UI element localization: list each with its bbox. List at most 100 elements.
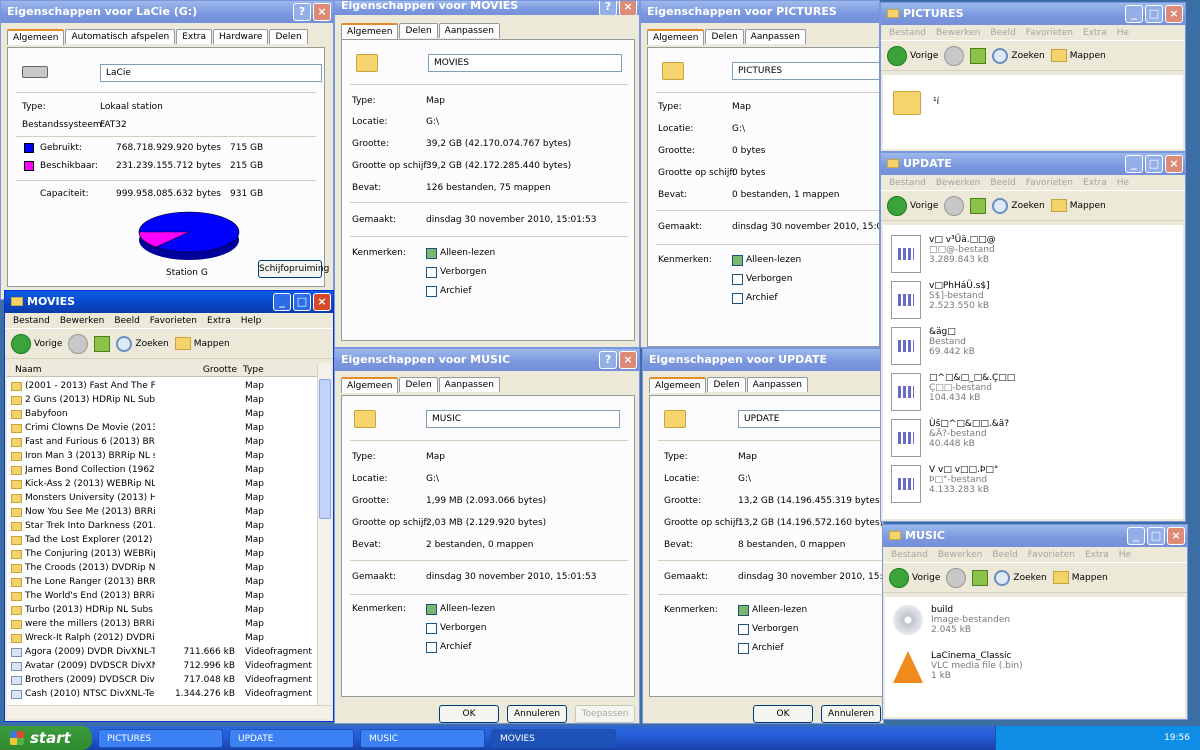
list-item[interactable]: (2001 - 2013) Fast And The F... Map [11, 379, 315, 393]
search-button[interactable]: Zoeken [992, 197, 1045, 214]
close-button[interactable]: × [1167, 527, 1185, 545]
menu-help[interactable]: Help [241, 313, 262, 328]
menu-extra[interactable]: Extra [1085, 547, 1109, 562]
tab-aanpassen[interactable]: Aanpassen [746, 377, 808, 392]
list-item[interactable]: Kick-Ass 2 (2013) WEBRip NL ... Map [11, 477, 315, 491]
list-item[interactable]: Avatar (2009) DVDSCR DivXN... 712.996 kB V… [11, 659, 315, 673]
folder-item-label[interactable]: ¹í [933, 97, 939, 107]
close-button[interactable]: × [1165, 155, 1183, 173]
column-name[interactable]: Naam [7, 363, 155, 376]
tab-delen[interactable]: Delen [399, 377, 438, 392]
close-button[interactable]: × [313, 3, 331, 21]
up-folder-icon[interactable] [970, 47, 987, 64]
list-item[interactable]: Brothers (2009) DVDSCR DivX... 717.048 kB… [11, 673, 315, 687]
maximize-button[interactable]: □ [1145, 155, 1163, 173]
folder-name-field[interactable]: MUSIC [426, 410, 620, 428]
tab-hardware[interactable]: Hardware [213, 29, 269, 44]
taskbar-button-pictures[interactable]: PICTURES [98, 729, 223, 748]
tab-delen[interactable]: Delen [707, 377, 746, 392]
close-button[interactable]: × [619, 351, 637, 369]
tab-autoplay[interactable]: Automatisch afspelen [65, 29, 176, 44]
title-bar[interactable]: Eigenschappen voor UPDATE [643, 349, 883, 371]
title-bar[interactable]: Eigenschappen voor MOVIES ? × [335, 1, 639, 15]
up-folder-icon[interactable] [972, 569, 989, 586]
menu-beeld[interactable]: Beeld [990, 175, 1015, 190]
title-bar[interactable]: UPDATE _ □ × [881, 153, 1185, 175]
menu-bewerken[interactable]: Bewerken [936, 25, 980, 40]
title-bar[interactable]: Eigenschappen voor LaCie (G:) ? × [1, 1, 333, 23]
title-bar[interactable]: MUSIC _ □ × [883, 525, 1187, 547]
menu-bestand[interactable]: Bestand [891, 547, 928, 562]
maximize-button[interactable]: □ [293, 293, 311, 311]
ok-button[interactable]: OK [439, 705, 499, 723]
taskbar-button-movies[interactable]: MOVIES [491, 729, 616, 748]
disk-cleanup-button[interactable]: Schijfopruiming [258, 260, 329, 278]
readonly-checkbox[interactable] [738, 605, 749, 616]
menu-bewerken[interactable]: Bewerken [60, 313, 104, 328]
list-item[interactable]: Fast and Furious 6 (2013) BR... Map [11, 435, 315, 449]
column-size[interactable]: Grootte [155, 363, 237, 376]
minimize-button[interactable]: _ [1125, 5, 1143, 23]
tab-extra[interactable]: Extra [176, 29, 212, 44]
hidden-checkbox[interactable] [426, 623, 437, 634]
list-item[interactable]: Tad the Lost Explorer (2012) ... Map [11, 533, 315, 547]
menu-favorieten[interactable]: Favorieten [1026, 25, 1073, 40]
menu-bewerken[interactable]: Bewerken [938, 547, 982, 562]
folder-icon[interactable] [893, 91, 921, 115]
help-button[interactable]: ? [599, 1, 617, 15]
title-bar[interactable]: Eigenschappen voor MUSIC ? × [335, 349, 639, 371]
folders-button[interactable]: Mappen [1052, 571, 1108, 584]
archive-checkbox[interactable] [738, 643, 749, 654]
menu-bestand[interactable]: Bestand [889, 25, 926, 40]
list-item[interactable]: Now You See Me (2013) BRRi... Map [11, 505, 315, 519]
help-button[interactable]: ? [293, 3, 311, 21]
list-item[interactable]: The Conjuring (2013) WEBRip... Map [11, 547, 315, 561]
title-bar[interactable]: PICTURES _ □ × [881, 3, 1185, 25]
menu-help[interactable]: He [1119, 547, 1131, 562]
folder-name-field[interactable]: UPDATE [738, 410, 883, 428]
start-button[interactable]: start [0, 726, 92, 750]
search-button[interactable]: Zoeken [992, 47, 1045, 64]
menu-help[interactable]: He [1117, 25, 1129, 40]
drive-name-field[interactable]: LaCie [100, 64, 322, 82]
list-item[interactable]: The World's End (2013) BRRip... Map [11, 589, 315, 603]
up-folder-icon[interactable] [970, 197, 987, 214]
list-item[interactable]: Wreck-It Ralph (2012) DVDRi... Map [11, 631, 315, 645]
back-button[interactable]: Vorige [887, 195, 938, 216]
back-button[interactable]: Vorige [887, 45, 938, 66]
close-button[interactable]: × [1165, 5, 1183, 23]
list-item[interactable]: Iron Man 3 (2013) BRRip NL s... Map [11, 449, 315, 463]
file-item[interactable]: V v□ v□□.Þ□° Þ□°-bestand 4.133.283 kB [891, 465, 998, 503]
list-item[interactable]: The Croods (2013) DVDRip NL... Map [11, 561, 315, 575]
list-item[interactable]: James Bond Collection (1962-... Map [11, 463, 315, 477]
maximize-button[interactable]: □ [1147, 527, 1165, 545]
tab-aanpassen[interactable]: Aanpassen [438, 377, 500, 392]
list-item[interactable]: The Lone Ranger (2013) BRRi... Map [11, 575, 315, 589]
scrollbar-thumb[interactable] [319, 379, 331, 519]
minimize-button[interactable]: _ [1125, 155, 1143, 173]
menu-favorieten[interactable]: Favorieten [1028, 547, 1075, 562]
readonly-checkbox[interactable] [732, 255, 743, 266]
cancel-button[interactable]: Annuleren [821, 705, 881, 723]
tab-delen[interactable]: Delen [269, 29, 308, 44]
forward-button[interactable] [944, 195, 965, 216]
tab-delen[interactable]: Delen [705, 29, 744, 44]
menu-bestand[interactable]: Bestand [13, 313, 50, 328]
file-item[interactable]: v□ v³Üä.□□@ □□@-bestand 3.289.843 kB [891, 235, 996, 273]
menu-extra[interactable]: Extra [207, 313, 231, 328]
tab-algemeen[interactable]: Algemeen [341, 23, 399, 39]
list-item[interactable]: Turbo (2013) HDRip NL Subs ... Map [11, 603, 315, 617]
folders-button[interactable]: Mappen [1050, 49, 1106, 62]
menu-beeld[interactable]: Beeld [990, 25, 1015, 40]
menu-extra[interactable]: Extra [1083, 175, 1107, 190]
ok-button[interactable]: OK [753, 705, 813, 723]
cancel-button[interactable]: Annuleren [507, 705, 567, 723]
minimize-button[interactable]: _ [1127, 527, 1145, 545]
menu-bestand[interactable]: Bestand [889, 175, 926, 190]
list-item[interactable]: Cash (2010) NTSC DivXNL-Te... 1.344.276 k… [11, 687, 315, 701]
menu-bewerken[interactable]: Bewerken [936, 175, 980, 190]
list-item[interactable]: Star Trek Into Darkness (201... Map [11, 519, 315, 533]
taskbar-button-update[interactable]: UPDATE [229, 729, 354, 748]
tab-algemeen[interactable]: Algemeen [7, 29, 65, 45]
back-button[interactable]: Vorige [889, 567, 940, 588]
